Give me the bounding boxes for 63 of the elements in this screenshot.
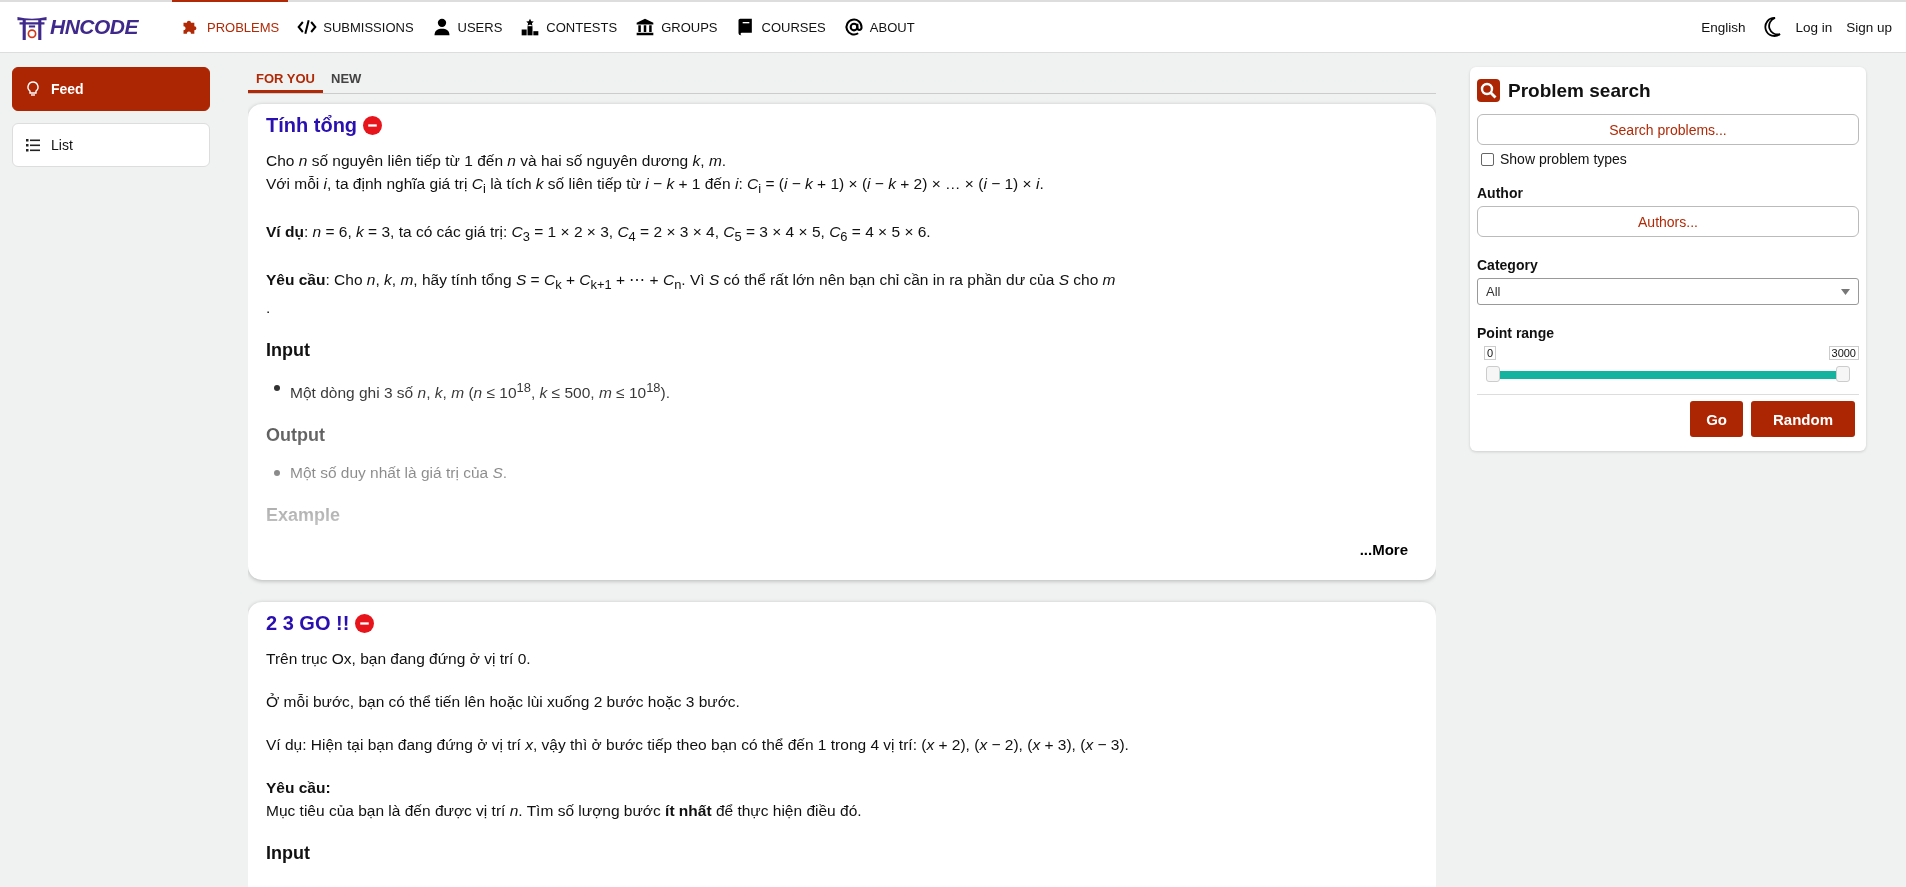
field-label: Category [1477, 257, 1539, 273]
random-button[interactable]: Random [1751, 401, 1855, 437]
header-link[interactable]: Sign up [1846, 19, 1892, 35]
caret-icon [1841, 288, 1850, 295]
list-item-text: Một số duy nhất là giá trị của S. [290, 463, 508, 484]
problem-text: Yêu cầu: Cho n, k, m, hãy tính tổng S = C$_{k}$ + C$_{k+1}$ + ⋯ + C$_{n}$. Vì S có thể rất lớn nên bạn chỉ cần in ra phần dư của S cho m [266, 270, 1117, 295]
nav-link[interactable]: ABOUT [834, 0, 924, 52]
problem-title[interactable]: Tính tổng [266, 114, 358, 137]
list-icon [25, 137, 41, 153]
bullet-dot [274, 385, 280, 392]
field-label: Point range [1477, 325, 1555, 341]
bank-icon [635, 17, 656, 37]
more-link[interactable]: ...More [1359, 541, 1408, 559]
sidebar-item[interactable]: Feed [12, 67, 210, 111]
problem-text: Cho n số nguyên liên tiếp từ 1 đến n và hai số nguyên dương k, m. [266, 151, 728, 171]
minus-circle-icon[interactable] [355, 614, 375, 634]
nav-link[interactable]: PROBLEMS [172, 0, 289, 52]
problem-text: . [266, 298, 272, 319]
go-button[interactable]: Go [1690, 401, 1743, 437]
checkbox-label: Show problem types [1500, 151, 1627, 167]
moon-icon[interactable] [1763, 17, 1782, 37]
nav-link[interactable]: SUBMISSIONS [288, 0, 423, 52]
range-min-label: 0 [1484, 346, 1497, 360]
feed-tab[interactable]: FOR YOU [248, 67, 323, 93]
slider-handle[interactable] [1836, 366, 1850, 382]
range-max-label: 3000 [1828, 346, 1859, 360]
author-field[interactable]: Authors... [1477, 206, 1859, 237]
at-sign-icon [843, 17, 864, 37]
logo-text[interactable]: HNCODE [50, 15, 138, 39]
bullet-dot [274, 470, 280, 477]
range-slider[interactable] [1485, 366, 1853, 384]
search-icon [1477, 79, 1500, 102]
section-heading: Output [266, 424, 326, 448]
problem-text: Với mỗi i, ta định nghĩa giá trị C$_{i}$ là tích k số liên tiếp từ i − k + 1 đến i: C$_{i}$ = (i − k + 1) × (i − k + 2) × … × (i − 1) × i. [266, 174, 1045, 199]
nav-link[interactable]: GROUPS [626, 0, 727, 52]
lightbulb-icon [25, 81, 41, 97]
requirement-heading: Yêu cầu: [266, 778, 332, 799]
slider-handle[interactable] [1486, 366, 1500, 382]
code-icon [297, 17, 318, 37]
feed-tab[interactable]: NEW [323, 67, 370, 93]
problem-text: Ở mỗi bước, bạn có thể tiến lên hoặc lùi xuống 2 bước hoặc 3 bước. [266, 692, 741, 713]
language-link[interactable]: English [1701, 19, 1746, 35]
search-field[interactable]: Search problems... [1477, 114, 1859, 145]
checkbox[interactable] [1481, 152, 1494, 166]
section-heading: Input [266, 842, 311, 866]
nav-link[interactable]: CONTESTS [511, 0, 627, 52]
problem-text: Ví dụ: Hiện tại bạn đang đứng ở vị trí x, vậy thì ở bước tiếp theo bạn có thể đến 1 trong 4 vị trí: (x + 2), (x − 2), (x + 3), (x − 3). [266, 735, 1130, 756]
podium-icon [520, 17, 541, 37]
header-link[interactable]: Log in [1795, 19, 1833, 35]
panel-title: Problem search [1508, 79, 1651, 102]
list-item-text: Một dòng ghi 3 số n, k, m (n ≤ 10$^{18}$, k ≤ 500, m ≤ 10$^{18}$). [290, 379, 670, 404]
problem-title[interactable]: 2 3 GO !! [266, 612, 350, 636]
problem-text: Trên trục Ox, bạn đang đứng ở vị trí 0. [266, 649, 532, 670]
problem-text: Mục tiêu của bạn là đến được vị trí n. Tìm số lượng bước ít nhất để thực hiện điều đó. [266, 801, 863, 822]
field-label: Author [1477, 185, 1524, 201]
section-heading: Example [266, 504, 342, 528]
sidebar-item[interactable]: List [12, 123, 210, 167]
problem-text: Ví dụ: n = 6, k = 3, ta có các giá trị: C$_{3}$ = 1 × 2 × 3, C$_{4}$ = 2 × 3 × 4, C$_{5}$ = 3 × 4 × 5, C$_{6}$ = 4 × 5 × 6. [266, 222, 932, 247]
nav-link[interactable]: USERS [422, 0, 512, 52]
nav-link[interactable]: COURSES [726, 0, 835, 52]
section-heading: Input [266, 339, 311, 363]
minus-circle-icon[interactable] [363, 116, 383, 135]
category-select[interactable]: All [1477, 278, 1859, 305]
